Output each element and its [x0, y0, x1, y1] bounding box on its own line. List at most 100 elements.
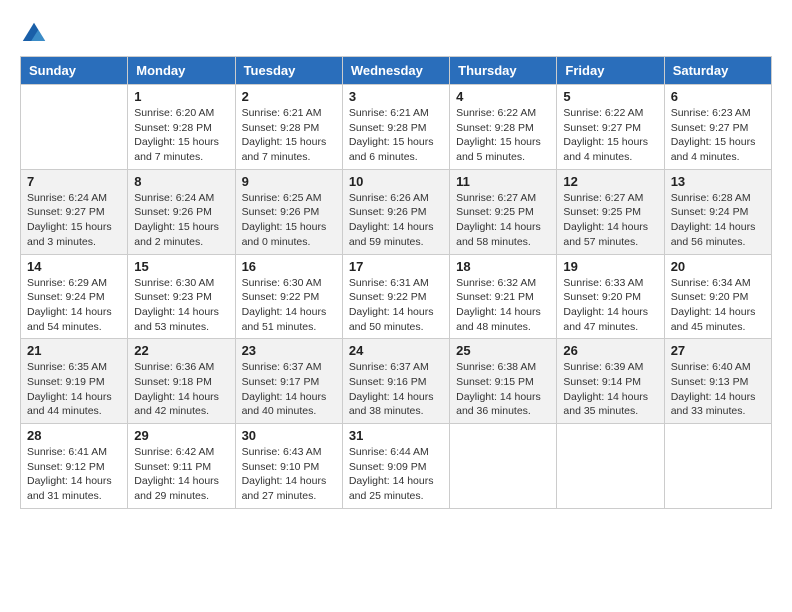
day-info: Sunrise: 6:26 AM Sunset: 9:26 PM Dayligh… [349, 191, 443, 250]
day-number: 25 [456, 343, 550, 358]
day-number: 9 [242, 174, 336, 189]
column-header-thursday: Thursday [450, 57, 557, 85]
day-info: Sunrise: 6:22 AM Sunset: 9:28 PM Dayligh… [456, 106, 550, 165]
day-number: 1 [134, 89, 228, 104]
day-number: 11 [456, 174, 550, 189]
day-info: Sunrise: 6:34 AM Sunset: 9:20 PM Dayligh… [671, 276, 765, 335]
logo [20, 20, 52, 48]
day-info: Sunrise: 6:24 AM Sunset: 9:27 PM Dayligh… [27, 191, 121, 250]
day-info: Sunrise: 6:20 AM Sunset: 9:28 PM Dayligh… [134, 106, 228, 165]
day-number: 24 [349, 343, 443, 358]
day-info: Sunrise: 6:43 AM Sunset: 9:10 PM Dayligh… [242, 445, 336, 504]
calendar-header-row: SundayMondayTuesdayWednesdayThursdayFrid… [21, 57, 772, 85]
day-info: Sunrise: 6:38 AM Sunset: 9:15 PM Dayligh… [456, 360, 550, 419]
day-info: Sunrise: 6:28 AM Sunset: 9:24 PM Dayligh… [671, 191, 765, 250]
day-info: Sunrise: 6:21 AM Sunset: 9:28 PM Dayligh… [349, 106, 443, 165]
calendar-cell: 3 Sunrise: 6:21 AM Sunset: 9:28 PM Daylig… [342, 85, 449, 170]
day-info: Sunrise: 6:36 AM Sunset: 9:18 PM Dayligh… [134, 360, 228, 419]
day-info: Sunrise: 6:24 AM Sunset: 9:26 PM Dayligh… [134, 191, 228, 250]
column-header-tuesday: Tuesday [235, 57, 342, 85]
day-info: Sunrise: 6:40 AM Sunset: 9:13 PM Dayligh… [671, 360, 765, 419]
day-info: Sunrise: 6:42 AM Sunset: 9:11 PM Dayligh… [134, 445, 228, 504]
calendar-cell: 23 Sunrise: 6:37 AM Sunset: 9:17 PM Dayli… [235, 339, 342, 424]
calendar-cell: 1 Sunrise: 6:20 AM Sunset: 9:28 PM Daylig… [128, 85, 235, 170]
day-number: 16 [242, 259, 336, 274]
calendar-cell [21, 85, 128, 170]
day-info: Sunrise: 6:23 AM Sunset: 9:27 PM Dayligh… [671, 106, 765, 165]
calendar-cell: 31Sunrise: 6:44 AM Sunset: 9:09 PM Dayli… [342, 424, 449, 509]
day-number: 4 [456, 89, 550, 104]
day-number: 7 [27, 174, 121, 189]
day-info: Sunrise: 6:44 AM Sunset: 9:09 PM Dayligh… [349, 445, 443, 504]
day-number: 29 [134, 428, 228, 443]
day-number: 19 [563, 259, 657, 274]
day-number: 5 [563, 89, 657, 104]
calendar-cell: 21Sunrise: 6:35 AM Sunset: 9:19 PM Dayli… [21, 339, 128, 424]
calendar-cell: 10 Sunrise: 6:26 AM Sunset: 9:26 PM Dayli… [342, 169, 449, 254]
column-header-friday: Friday [557, 57, 664, 85]
calendar-cell: 8 Sunrise: 6:24 AM Sunset: 9:26 PM Daylig… [128, 169, 235, 254]
calendar-cell: 25 Sunrise: 6:38 AM Sunset: 9:15 PM Dayli… [450, 339, 557, 424]
day-number: 22 [134, 343, 228, 358]
day-number: 12 [563, 174, 657, 189]
calendar-week-4: 21Sunrise: 6:35 AM Sunset: 9:19 PM Dayli… [21, 339, 772, 424]
day-number: 10 [349, 174, 443, 189]
calendar-cell: 17Sunrise: 6:31 AM Sunset: 9:22 PM Dayli… [342, 254, 449, 339]
day-info: Sunrise: 6:22 AM Sunset: 9:27 PM Dayligh… [563, 106, 657, 165]
calendar-table: SundayMondayTuesdayWednesdayThursdayFrid… [20, 56, 772, 509]
calendar-cell: 18Sunrise: 6:32 AM Sunset: 9:21 PM Dayli… [450, 254, 557, 339]
calendar-cell [664, 424, 771, 509]
calendar-cell: 19 Sunrise: 6:33 AM Sunset: 9:20 PM Dayli… [557, 254, 664, 339]
calendar-cell: 29 Sunrise: 6:42 AM Sunset: 9:11 PM Dayli… [128, 424, 235, 509]
calendar-cell: 9Sunrise: 6:25 AM Sunset: 9:26 PM Daylig… [235, 169, 342, 254]
day-number: 15 [134, 259, 228, 274]
column-header-wednesday: Wednesday [342, 57, 449, 85]
day-number: 3 [349, 89, 443, 104]
calendar-cell: 13Sunrise: 6:28 AM Sunset: 9:24 PM Dayli… [664, 169, 771, 254]
calendar-week-3: 14Sunrise: 6:29 AM Sunset: 9:24 PM Dayli… [21, 254, 772, 339]
day-info: Sunrise: 6:33 AM Sunset: 9:20 PM Dayligh… [563, 276, 657, 335]
day-number: 27 [671, 343, 765, 358]
calendar-cell: 30 Sunrise: 6:43 AM Sunset: 9:10 PM Dayli… [235, 424, 342, 509]
day-number: 28 [27, 428, 121, 443]
day-number: 30 [242, 428, 336, 443]
calendar-cell: 27 Sunrise: 6:40 AM Sunset: 9:13 PM Dayli… [664, 339, 771, 424]
day-info: Sunrise: 6:37 AM Sunset: 9:16 PM Dayligh… [349, 360, 443, 419]
column-header-saturday: Saturday [664, 57, 771, 85]
calendar-cell: 7 Sunrise: 6:24 AM Sunset: 9:27 PM Daylig… [21, 169, 128, 254]
calendar-cell: 2 Sunrise: 6:21 AM Sunset: 9:28 PM Daylig… [235, 85, 342, 170]
calendar-cell: 14Sunrise: 6:29 AM Sunset: 9:24 PM Dayli… [21, 254, 128, 339]
column-header-sunday: Sunday [21, 57, 128, 85]
calendar-cell: 26Sunrise: 6:39 AM Sunset: 9:14 PM Dayli… [557, 339, 664, 424]
day-number: 23 [242, 343, 336, 358]
calendar-week-5: 28 Sunrise: 6:41 AM Sunset: 9:12 PM Dayli… [21, 424, 772, 509]
day-number: 8 [134, 174, 228, 189]
calendar-cell: 11 Sunrise: 6:27 AM Sunset: 9:25 PM Dayli… [450, 169, 557, 254]
calendar-cell: 24 Sunrise: 6:37 AM Sunset: 9:16 PM Dayli… [342, 339, 449, 424]
calendar-cell: 6 Sunrise: 6:23 AM Sunset: 9:27 PM Daylig… [664, 85, 771, 170]
calendar-cell: 12 Sunrise: 6:27 AM Sunset: 9:25 PM Dayli… [557, 169, 664, 254]
day-info: Sunrise: 6:21 AM Sunset: 9:28 PM Dayligh… [242, 106, 336, 165]
calendar-cell [450, 424, 557, 509]
day-info: Sunrise: 6:27 AM Sunset: 9:25 PM Dayligh… [456, 191, 550, 250]
day-info: Sunrise: 6:37 AM Sunset: 9:17 PM Dayligh… [242, 360, 336, 419]
calendar-cell: 4 Sunrise: 6:22 AM Sunset: 9:28 PM Daylig… [450, 85, 557, 170]
day-info: Sunrise: 6:39 AM Sunset: 9:14 PM Dayligh… [563, 360, 657, 419]
column-header-monday: Monday [128, 57, 235, 85]
calendar-week-1: 1 Sunrise: 6:20 AM Sunset: 9:28 PM Daylig… [21, 85, 772, 170]
day-info: Sunrise: 6:41 AM Sunset: 9:12 PM Dayligh… [27, 445, 121, 504]
day-info: Sunrise: 6:35 AM Sunset: 9:19 PM Dayligh… [27, 360, 121, 419]
day-number: 2 [242, 89, 336, 104]
calendar-cell: 22 Sunrise: 6:36 AM Sunset: 9:18 PM Dayli… [128, 339, 235, 424]
day-info: Sunrise: 6:27 AM Sunset: 9:25 PM Dayligh… [563, 191, 657, 250]
logo-icon [20, 20, 48, 48]
page-header [20, 20, 772, 48]
day-number: 14 [27, 259, 121, 274]
day-info: Sunrise: 6:30 AM Sunset: 9:22 PM Dayligh… [242, 276, 336, 335]
day-number: 18 [456, 259, 550, 274]
day-number: 20 [671, 259, 765, 274]
calendar-cell: 5 Sunrise: 6:22 AM Sunset: 9:27 PM Daylig… [557, 85, 664, 170]
calendar-week-2: 7 Sunrise: 6:24 AM Sunset: 9:27 PM Daylig… [21, 169, 772, 254]
day-number: 6 [671, 89, 765, 104]
calendar-cell: 16 Sunrise: 6:30 AM Sunset: 9:22 PM Dayli… [235, 254, 342, 339]
